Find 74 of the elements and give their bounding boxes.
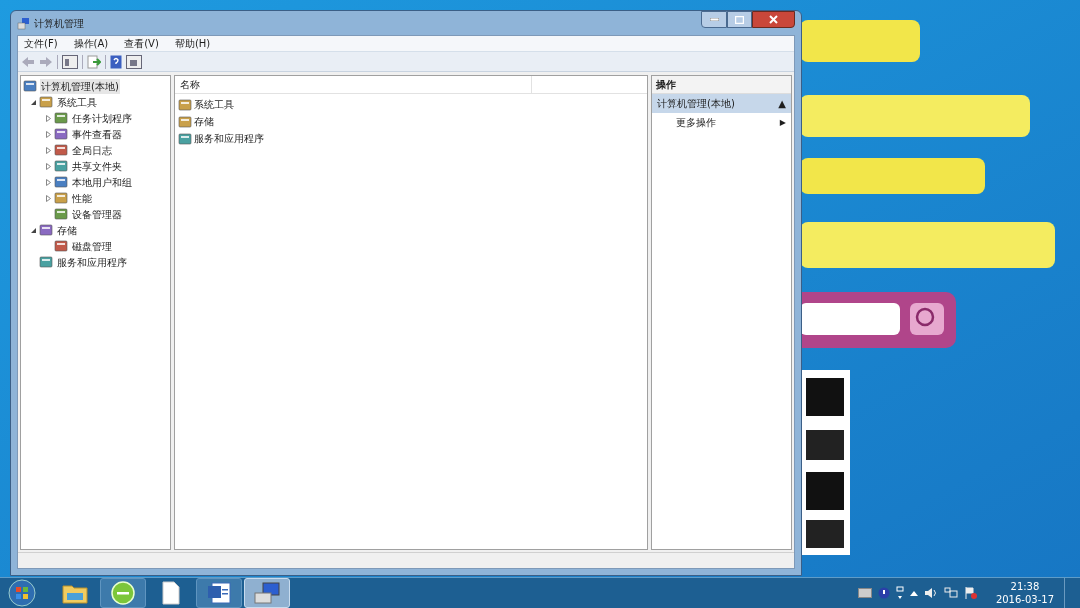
list-item[interactable]: 服务和应用程序 (194, 131, 264, 146)
node-icon (54, 127, 68, 141)
help-icon[interactable] (110, 54, 122, 69)
folder-icon (62, 582, 88, 604)
tree-item[interactable]: 全局日志 (71, 142, 113, 158)
tree-item[interactable]: 设备管理器 (71, 206, 123, 222)
action-group-header[interactable]: 计算机管理(本地) ▲ (652, 94, 791, 113)
collapse-arrow-icon[interactable] (29, 226, 37, 234)
close-button[interactable] (752, 11, 795, 28)
expand-arrow-icon[interactable] (44, 162, 52, 170)
menu-item[interactable]: 查看(V) (122, 36, 161, 51)
node-icon (39, 95, 53, 109)
node-icon (54, 143, 68, 157)
action-pane-toggle-icon[interactable] (126, 54, 142, 69)
export-list-icon[interactable] (87, 54, 101, 69)
menu-item[interactable]: 文件(F) (22, 36, 60, 51)
tree-item[interactable]: 任务计划程序 (71, 110, 133, 126)
node-icon (178, 97, 192, 112)
list-item[interactable]: 存储 (194, 114, 214, 129)
action-item[interactable]: 更多操作 ▶ (652, 113, 791, 132)
taskbar-button[interactable] (100, 578, 146, 608)
clock[interactable]: 21:38 2016-03-17 (991, 580, 1058, 606)
menu-item[interactable]: 帮助(H) (172, 36, 213, 51)
node-icon (54, 159, 68, 173)
flag-icon[interactable] (963, 586, 978, 600)
close-icon (769, 15, 778, 24)
node-icon (23, 79, 37, 93)
tree-item[interactable]: 服务和应用程序 (56, 254, 128, 270)
help-icon[interactable] (877, 587, 890, 599)
node-icon (39, 223, 53, 237)
node-icon (178, 114, 192, 129)
menu-item[interactable]: 操作(A) (71, 36, 111, 51)
document-icon (162, 581, 180, 605)
tree-item[interactable]: 存储 (56, 222, 78, 238)
start-button[interactable] (8, 579, 36, 607)
word-document-icon (206, 581, 232, 605)
node-icon (54, 175, 68, 189)
globe-icon (111, 581, 135, 605)
speaker-icon[interactable] (923, 587, 938, 599)
node-icon (39, 255, 53, 269)
tree-item[interactable]: 本地用户和组 (71, 174, 133, 190)
tree-item[interactable]: 性能 (71, 190, 93, 206)
expand-arrow-icon[interactable] (44, 146, 52, 154)
tree-item[interactable]: 系统工具 (56, 94, 98, 110)
node-icon (54, 111, 68, 125)
show-hidden-icons-icon[interactable] (909, 590, 918, 596)
tree-item[interactable]: 计算机管理(本地) (40, 78, 120, 94)
column-header[interactable]: 名称 (175, 76, 532, 93)
expand-arrow-icon[interactable] (44, 194, 52, 202)
window-title: 计算机管理 (34, 16, 84, 31)
collapse-arrow-icon[interactable] (29, 98, 37, 106)
node-icon (178, 131, 192, 146)
maximize-icon (735, 15, 744, 24)
expand-arrow-icon[interactable] (44, 130, 52, 138)
list-item[interactable]: 系统工具 (194, 97, 234, 112)
actions-title: 操作 (652, 76, 791, 94)
tree-item[interactable]: 磁盘管理 (71, 238, 113, 254)
keyboard-icon[interactable] (857, 588, 872, 598)
expand-arrow-icon[interactable] (44, 114, 52, 122)
tree-item[interactable]: 共享文件夹 (71, 158, 123, 174)
tree-item[interactable]: 事件查看器 (71, 126, 123, 142)
computer-icon (253, 581, 281, 605)
node-icon (54, 207, 68, 221)
node-icon (54, 191, 68, 205)
minimize-button[interactable] (701, 11, 727, 28)
computer-icon (17, 16, 30, 30)
taskbar-button[interactable] (196, 578, 242, 608)
minimize-icon (709, 18, 719, 21)
network-icon[interactable] (943, 587, 958, 599)
node-icon (54, 239, 68, 253)
maximize-button[interactable] (727, 11, 752, 28)
language-bar-icon[interactable] (895, 586, 904, 600)
expand-arrow-icon[interactable] (44, 178, 52, 186)
console-tree-toggle-icon[interactable] (62, 54, 78, 69)
